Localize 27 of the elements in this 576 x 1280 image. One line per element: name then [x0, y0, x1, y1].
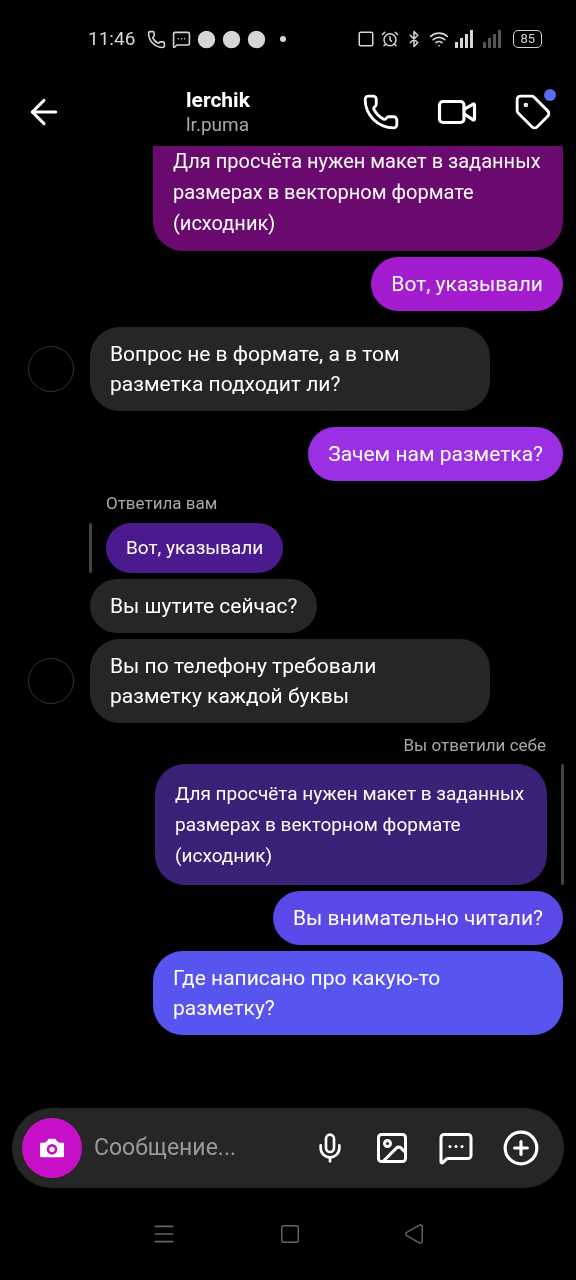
contact-username: lr.puma: [186, 113, 250, 137]
home-nav-button[interactable]: [279, 1223, 301, 1245]
received-message: Вы по телефону требовали разметку каждой буквы: [90, 638, 490, 723]
gallery-button[interactable]: [374, 1130, 410, 1166]
status-time: 11:46: [88, 25, 136, 52]
alarm-icon: [381, 30, 400, 48]
reply-label: Ответила вам: [106, 492, 218, 515]
phone-call-button[interactable]: [362, 93, 400, 131]
contact-name[interactable]: lerchik: [186, 87, 250, 113]
add-button[interactable]: [502, 1129, 540, 1167]
sent-message: Для просчёта нужен макет в заданных размерах в векторном формате (исходник): [153, 146, 563, 251]
signal-icon: [455, 30, 504, 48]
sent-message: Вы внимательно читали?: [273, 891, 563, 945]
received-message: Вы шутите сейчас?: [90, 578, 318, 633]
sticker-button[interactable]: [438, 1130, 474, 1166]
battery-indicator: 85: [513, 30, 542, 48]
sent-message: Зачем нам разметка?: [308, 427, 563, 481]
camera-button[interactable]: [22, 1118, 82, 1178]
message-input[interactable]: Сообщение...: [94, 1130, 294, 1166]
sent-message: Где написано про какую-то разметку?: [153, 951, 563, 1035]
received-message: Вопрос не в формате, а в том разметка подходит ли?: [90, 327, 490, 411]
wifi-icon: [429, 29, 450, 49]
quoted-message[interactable]: Вот, указывали: [106, 522, 284, 573]
reply-label: Вы ответили себе: [403, 733, 546, 757]
back-nav-button[interactable]: [403, 1223, 425, 1245]
quoted-message[interactable]: Для просчёта нужен макет в заданных размерах в векторном формате (исходник): [155, 764, 547, 885]
sent-message: Вот, указывали: [371, 257, 563, 311]
